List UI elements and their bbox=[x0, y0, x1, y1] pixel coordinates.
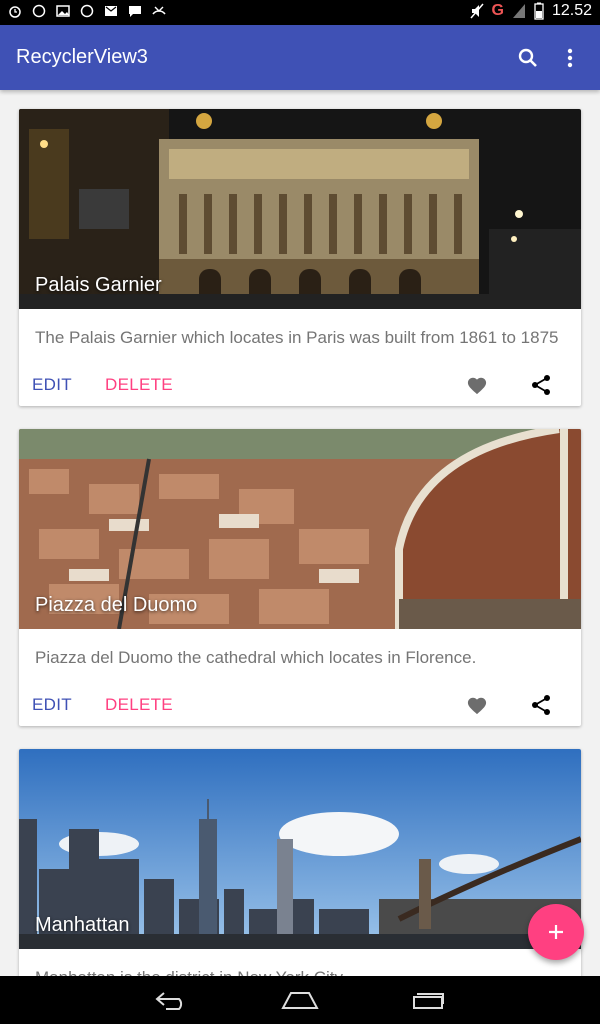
card-image[interactable]: Piazza del Duomo bbox=[19, 429, 581, 629]
delete-button[interactable]: DELETE bbox=[105, 695, 173, 715]
status-bar: G 12.52 bbox=[0, 0, 600, 25]
favorite-button[interactable] bbox=[463, 371, 491, 399]
chat-icon bbox=[129, 6, 141, 17]
card-piazza-del-duomo[interactable]: Piazza del Duomo Piazza del Duomo the ca… bbox=[19, 429, 581, 726]
heart-icon bbox=[467, 377, 487, 395]
card-title: Palais Garnier bbox=[35, 274, 162, 296]
card-actions: EDIT DELETE bbox=[19, 691, 581, 721]
add-icon bbox=[549, 925, 563, 939]
gallery-icon bbox=[56, 5, 70, 17]
home-icon bbox=[281, 992, 319, 1009]
notification-icons bbox=[8, 4, 166, 18]
whatsapp-icon bbox=[32, 4, 46, 18]
card-description: The Palais Garnier which locates in Pari… bbox=[35, 328, 559, 347]
battery-icon bbox=[534, 2, 544, 20]
card-title: Piazza del Duomo bbox=[35, 594, 198, 616]
edit-button[interactable]: EDIT bbox=[32, 375, 72, 395]
signal-icon bbox=[512, 4, 525, 18]
network-type: G bbox=[491, 2, 504, 19]
share-button[interactable] bbox=[527, 691, 555, 719]
heart-icon bbox=[467, 697, 487, 715]
share-button[interactable] bbox=[527, 371, 555, 399]
search-button[interactable] bbox=[513, 43, 543, 73]
mute-icon bbox=[469, 3, 484, 19]
favorite-button[interactable] bbox=[463, 691, 491, 719]
back-button[interactable] bbox=[152, 986, 192, 1014]
recents-button[interactable] bbox=[408, 986, 448, 1014]
edit-button[interactable]: EDIT bbox=[32, 695, 72, 715]
delete-button[interactable]: DELETE bbox=[105, 375, 173, 395]
clock: 12.52 bbox=[551, 2, 592, 19]
whatsapp-icon bbox=[80, 4, 94, 18]
card-description: Manhattan is the district in New York Ci… bbox=[35, 968, 565, 976]
navigation-bar bbox=[0, 976, 600, 1024]
home-button[interactable] bbox=[280, 986, 320, 1014]
card-image[interactable]: Manhattan bbox=[19, 749, 581, 949]
alarm-icon bbox=[9, 6, 21, 18]
app-bar: RecyclerView3 bbox=[0, 25, 600, 90]
system-indicators: G 12.52 bbox=[469, 2, 592, 20]
card-actions: EDIT DELETE bbox=[19, 371, 581, 401]
share-icon bbox=[532, 375, 550, 395]
add-fab-button[interactable] bbox=[528, 904, 584, 960]
card-description: Piazza del Duomo the cathedral which loc… bbox=[35, 648, 477, 667]
card-list[interactable]: Palais Garnier The Palais Garnier which … bbox=[0, 90, 600, 976]
card-palais-garnier[interactable]: Palais Garnier The Palais Garnier which … bbox=[19, 109, 581, 406]
overflow-menu-button[interactable] bbox=[555, 43, 585, 73]
back-icon bbox=[155, 992, 183, 1010]
share-icon bbox=[532, 695, 550, 715]
search-icon bbox=[518, 48, 537, 67]
missed-call-icon bbox=[152, 6, 166, 15]
card-title: Manhattan bbox=[35, 914, 130, 936]
app-title: RecyclerView3 bbox=[16, 46, 148, 68]
more-vert-icon bbox=[567, 48, 573, 68]
mail-icon bbox=[105, 6, 117, 16]
recents-icon bbox=[413, 993, 444, 1009]
card-manhattan[interactable]: Manhattan Manhattan is the district in N… bbox=[19, 749, 581, 976]
card-image[interactable]: Palais Garnier bbox=[19, 109, 581, 309]
